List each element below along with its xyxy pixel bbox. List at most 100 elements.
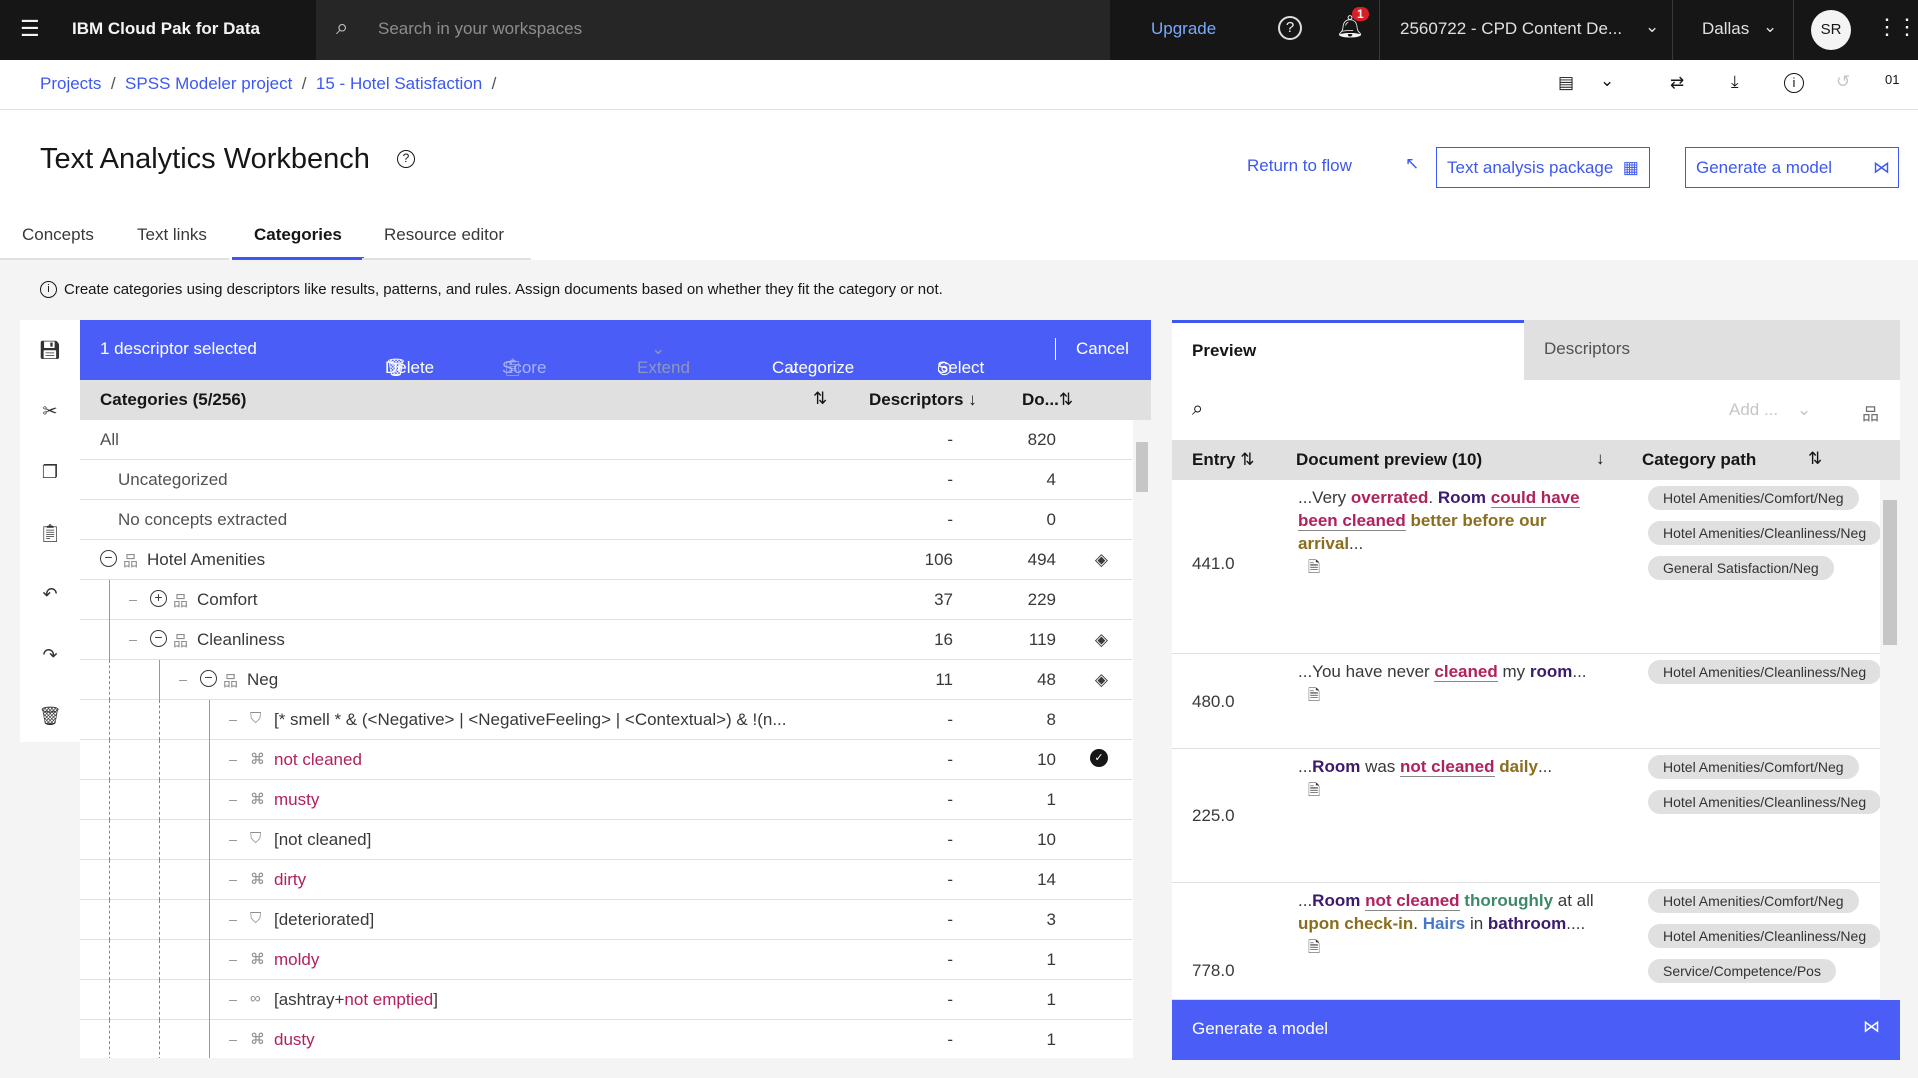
category-path-tag[interactable]: Hotel Amenities/Cleanliness/Neg [1648, 790, 1880, 814]
tab-concepts[interactable]: Concepts [0, 215, 116, 260]
document-view-icon[interactable]: 🗎︎ [1308, 684, 1320, 707]
sort-down-icon[interactable]: ↓ [1596, 449, 1605, 469]
code-icon[interactable]: 01 [1885, 72, 1899, 87]
document-view-icon[interactable]: 🗎︎ [1308, 556, 1320, 579]
collapse-icon[interactable]: − [150, 630, 167, 647]
category-row[interactable]: ∞ [ashtray+not emptied] - 1 [80, 980, 1132, 1020]
category-row[interactable]: − 品 Hotel Amenities 106 494 ◈ [80, 540, 1132, 580]
category-path-tag[interactable]: Hotel Amenities/Comfort/Neg [1648, 755, 1859, 779]
category-path-tag[interactable]: Hotel Amenities/Comfort/Neg [1648, 889, 1859, 913]
category-path-tag[interactable]: Hotel Amenities/Cleanliness/Neg [1648, 521, 1880, 545]
history-icon[interactable]: ↺ [1836, 72, 1850, 92]
col-document-preview[interactable]: Document preview (10) [1296, 450, 1482, 470]
breadcrumb-projects[interactable]: Projects [40, 74, 101, 93]
run-icon[interactable]: ▤ [1558, 73, 1574, 93]
sort-icon[interactable]: ⇅ [1808, 449, 1822, 469]
region-switcher[interactable]: Dallas [1702, 19, 1749, 39]
help-icon[interactable]: ? [397, 150, 415, 168]
info-icon[interactable]: i [1784, 73, 1804, 93]
scrollbar[interactable] [1880, 480, 1900, 1000]
tab-resource-editor[interactable]: Resource editor [362, 215, 531, 260]
category-row[interactable]: All - 820 [80, 420, 1132, 460]
hierarchy-icon[interactable]: 品 [1862, 400, 1879, 425]
copy-icon[interactable]: ❐ [20, 442, 80, 503]
sort-icon[interactable]: ⇅ [813, 389, 827, 409]
category-path-tag[interactable]: General Satisfaction/Neg [1648, 556, 1834, 580]
category-path-tag[interactable]: Service/Competence/Pos [1648, 959, 1836, 983]
col-entry[interactable]: Entry ⇅ [1192, 450, 1254, 470]
col-descriptors[interactable]: Descriptors ↓ [869, 390, 977, 410]
avatar[interactable]: SR [1811, 10, 1851, 50]
scrollbar-thumb[interactable] [1883, 500, 1897, 645]
upgrade-link[interactable]: Upgrade [1151, 19, 1216, 39]
category-row[interactable]: ⛉ [not cleaned] - 10 [80, 820, 1132, 860]
chevron-down-icon[interactable]: ⌄ [1763, 17, 1777, 37]
arrow-up-left-icon[interactable]: ↖ [1405, 154, 1419, 174]
search-icon[interactable]: ⌕ [1192, 398, 1203, 421]
category-path-tag[interactable]: Hotel Amenities/Cleanliness/Neg [1648, 660, 1880, 684]
checkmark-filled-icon[interactable]: ✓ [1090, 749, 1108, 767]
flow-icon[interactable]: ⇄ [1670, 73, 1684, 93]
paste-icon[interactable]: 📋︎ [20, 503, 80, 564]
category-row[interactable]: + 品 Comfort 37 229 [80, 580, 1132, 620]
tab-descriptors[interactable]: Descriptors [1524, 320, 1900, 380]
categorize-button[interactable]: Categorize ⌄ [772, 339, 854, 377]
category-row[interactable]: ⌘ musty - 1 [80, 780, 1132, 820]
diamond-icon[interactable]: ◈ [1095, 670, 1108, 690]
app-switcher-icon[interactable]: ⋮⋮⋮ [1876, 14, 1918, 40]
cut-icon[interactable]: ✂ [20, 381, 80, 442]
button-label: Generate a model [1696, 158, 1833, 177]
delete-icon[interactable]: 🗑︎ [20, 686, 80, 747]
document-row[interactable]: 480.0 ...You have never cleaned my room.… [1172, 654, 1880, 749]
text-analysis-package-button[interactable]: Text analysis package ▦ [1436, 147, 1650, 188]
help-icon[interactable]: ? [1278, 16, 1302, 40]
tab-preview[interactable]: Preview [1172, 320, 1524, 380]
account-switcher[interactable]: 2560722 - CPD Content De... [1400, 19, 1622, 39]
category-row[interactable]: ⛉ [* smell * & (<Negative> | <NegativeFee… [80, 700, 1132, 740]
diamond-icon[interactable]: ◈ [1095, 550, 1108, 570]
category-row[interactable]: No concepts extracted - 0 [80, 500, 1132, 540]
collapse-icon[interactable]: − [200, 670, 217, 687]
save-icon[interactable]: 💾︎ [20, 320, 80, 381]
breadcrumb-flow[interactable]: 15 - Hotel Satisfaction [316, 74, 482, 93]
category-row[interactable]: − 品 Neg 11 48 ◈ [80, 660, 1132, 700]
expand-icon[interactable]: + [150, 590, 167, 607]
add-dropdown[interactable]: Add ... ⌄ [1729, 400, 1811, 420]
category-path-tag[interactable]: Hotel Amenities/Cleanliness/Neg [1648, 924, 1880, 948]
document-view-icon[interactable]: 🗎︎ [1308, 936, 1320, 959]
chevron-down-icon[interactable]: ⌄ [1600, 71, 1614, 91]
chevron-down-icon[interactable]: ⌄ [1645, 17, 1659, 37]
category-row[interactable]: Uncategorized - 4 [80, 460, 1132, 500]
document-row[interactable]: 225.0 ...Room was not cleaned daily... 🗎︎… [1172, 749, 1880, 883]
generate-model-label: Generate a model [1192, 1019, 1329, 1038]
category-row[interactable]: ⌘ dusty - 1 [80, 1020, 1132, 1058]
document-view-icon[interactable]: 🗎︎ [1308, 779, 1320, 802]
category-path-tag[interactable]: Hotel Amenities/Comfort/Neg [1648, 486, 1859, 510]
document-row[interactable]: 441.0 ...Very overrated. Room could have… [1172, 480, 1880, 654]
generate-model-button[interactable]: Generate a model ⋈ [1685, 147, 1899, 188]
return-to-flow-link[interactable]: Return to flow [1247, 156, 1352, 176]
cancel-button[interactable]: Cancel [1076, 339, 1129, 359]
menu-icon[interactable]: ☰ [20, 16, 40, 42]
diamond-icon[interactable]: ◈ [1095, 630, 1108, 650]
col-category-path[interactable]: Category path [1642, 450, 1756, 470]
undo-icon[interactable]: ↶ [20, 564, 80, 625]
category-row[interactable]: − 品 Cleanliness 16 119 ◈ [80, 620, 1132, 660]
category-row[interactable]: ⛉ [deteriorated] - 3 [80, 900, 1132, 940]
search-input[interactable]: ⌕ Search in your workspaces [316, 0, 1110, 60]
document-row[interactable]: 778.0 ...Room not cleaned thoroughly at … [1172, 883, 1880, 1000]
download-icon[interactable]: ⤓ [1731, 72, 1739, 92]
redo-icon[interactable]: ↷ [20, 625, 80, 686]
category-row[interactable]: ⌘ not cleaned - 10 ✓ [80, 740, 1132, 780]
category-row[interactable]: ⌘ moldy - 1 [80, 940, 1132, 980]
col-docs[interactable]: Do...⇅ [1022, 390, 1073, 410]
generate-model-bar[interactable]: Generate a model ⋈ [1172, 1000, 1900, 1060]
breadcrumb-project[interactable]: SPSS Modeler project [125, 74, 292, 93]
tab-text-links[interactable]: Text links [115, 215, 229, 260]
scrollbar-thumb[interactable] [1136, 442, 1148, 492]
tab-categories[interactable]: Categories [232, 215, 364, 260]
category-row[interactable]: ⌘ dirty - 14 [80, 860, 1132, 900]
scrollbar[interactable] [1133, 420, 1151, 1058]
collapse-icon[interactable]: − [100, 550, 117, 567]
extend-button[interactable]: Extend ⌄ [637, 339, 690, 377]
